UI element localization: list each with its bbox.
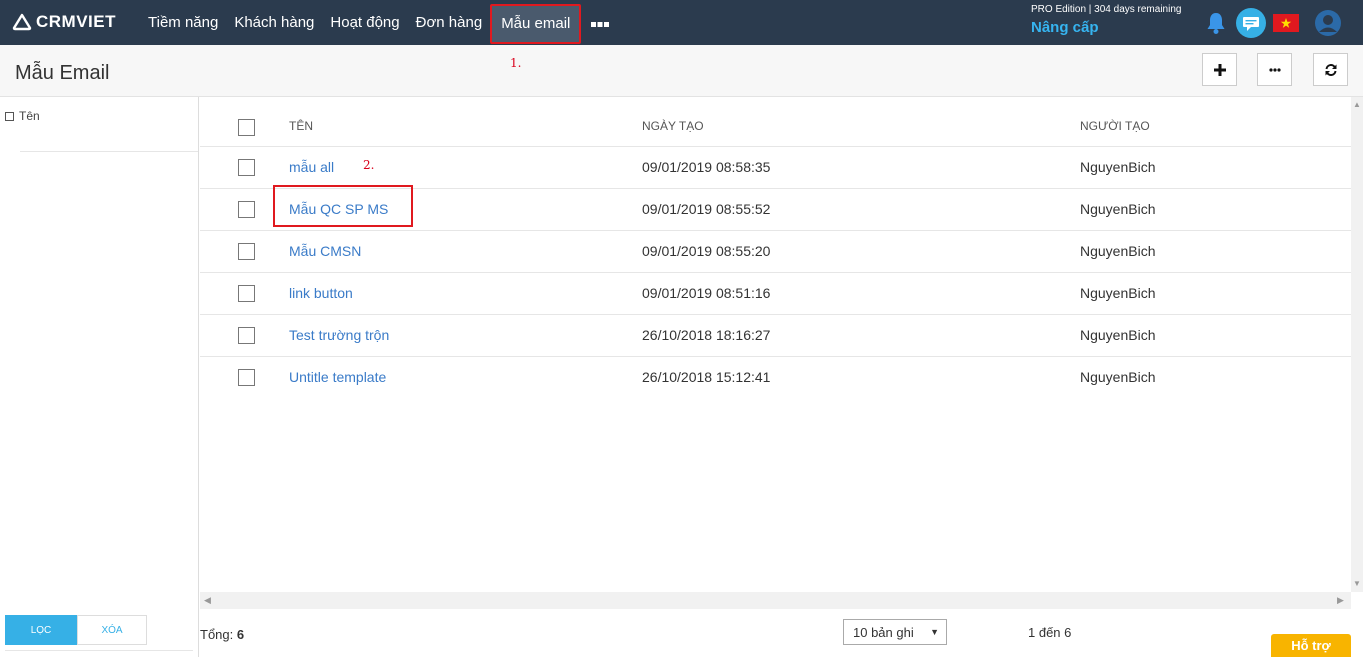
table-footer: Tổng: 6 10 bản ghi ▼ 1 đến 6 (200, 609, 1363, 657)
page-header: Mẫu Email (0, 45, 1363, 97)
template-name-link[interactable]: Test trường trộn (289, 327, 389, 343)
template-name-link[interactable]: link button (289, 285, 353, 301)
created-date: 09/01/2019 08:51:16 (642, 285, 771, 301)
scroll-right-icon[interactable]: ▶ (1337, 595, 1344, 606)
refresh-button[interactable] (1313, 53, 1348, 86)
row-checkbox[interactable] (238, 201, 255, 218)
row-checkbox[interactable] (238, 369, 255, 386)
column-header-created-date[interactable]: NGÀY TẠO (642, 119, 704, 133)
clear-button[interactable]: XÓA (77, 615, 147, 645)
annotation-step-2: 2. (363, 158, 375, 172)
notification-button[interactable] (1201, 8, 1231, 38)
template-name-link[interactable]: Untitle template (289, 369, 386, 385)
upgrade-link[interactable]: Nâng cấp (1031, 19, 1099, 36)
total-count: Tổng: 6 (200, 627, 244, 642)
created-by: NguyenBich (1080, 243, 1156, 259)
total-label: Tổng: (200, 627, 237, 642)
created-date: 26/10/2018 15:12:41 (642, 369, 771, 385)
logo[interactable]: CRMVIET (12, 11, 116, 33)
column-header-name[interactable]: TÊN (289, 119, 313, 133)
nav-item-email-templates[interactable]: Mẫu email (490, 3, 582, 44)
top-navbar: CRMVIET Tiềm năng Khách hàng Hoạt động Đ… (0, 0, 1363, 45)
filter-name-checkbox[interactable]: Tên (5, 109, 40, 123)
edition-info: PRO Edition | 304 days remaining (1031, 4, 1182, 15)
more-actions-button[interactable] (1257, 53, 1292, 86)
template-name-link[interactable]: Mẫu CMSN (289, 243, 361, 259)
chat-icon (1236, 8, 1266, 38)
more-dots-icon (591, 22, 610, 27)
checkbox-icon (5, 111, 14, 121)
nav-item-activities[interactable]: Hoạt động (322, 0, 407, 45)
highlight-box (273, 185, 413, 227)
pagination-range: 1 đến 6 (1028, 625, 1072, 640)
total-value: 6 (236, 627, 245, 642)
created-date: 09/01/2019 08:55:20 (642, 243, 771, 259)
table-header: TÊN NGÀY TẠO NGƯỜI TẠO (200, 97, 1351, 147)
page-size-value: 10 bản ghi (853, 624, 914, 640)
scroll-up-icon[interactable]: ▲ (1353, 100, 1361, 109)
table-row[interactable]: Untitle template 26/10/2018 15:12:41 Ngu… (200, 357, 1351, 399)
template-name-link[interactable]: mẫu all (289, 159, 334, 175)
row-checkbox[interactable] (238, 243, 255, 260)
sidebar-divider (20, 151, 198, 152)
chat-button[interactable] (1236, 8, 1266, 38)
created-by: NguyenBich (1080, 159, 1156, 175)
nav-item-customers[interactable]: Khách hàng (226, 0, 322, 45)
column-header-created-by[interactable]: NGƯỜI TẠO (1080, 119, 1150, 133)
filter-name-label: Tên (19, 109, 40, 123)
created-by: NguyenBich (1080, 201, 1156, 217)
created-date: 09/01/2019 08:58:35 (642, 159, 771, 175)
sidebar-bottom-divider (5, 650, 193, 651)
table-row[interactable]: Test trường trộn 26/10/2018 18:16:27 Ngu… (200, 315, 1351, 357)
scroll-down-icon[interactable]: ▼ (1353, 579, 1361, 588)
user-avatar-icon (1315, 10, 1341, 36)
nav-item-leads[interactable]: Tiềm năng (140, 0, 226, 45)
nav-item-orders[interactable]: Đơn hàng (408, 0, 491, 45)
plus-icon (1213, 63, 1226, 76)
logo-text: CRMVIET (36, 12, 116, 31)
add-button[interactable] (1202, 53, 1237, 86)
vietnam-flag-icon (1273, 14, 1299, 32)
page-size-select[interactable]: 10 bản ghi ▼ (843, 619, 947, 645)
nav-more-button[interactable] (581, 12, 619, 33)
created-by: NguyenBich (1080, 369, 1156, 385)
vertical-scrollbar[interactable]: ▲ ▼ (1351, 97, 1363, 592)
row-checkbox[interactable] (238, 285, 255, 302)
row-checkbox[interactable] (238, 159, 255, 176)
created-date: 09/01/2019 08:55:52 (642, 201, 771, 217)
chevron-down-icon: ▼ (930, 627, 939, 637)
table-row[interactable]: mẫu all 2. 09/01/2019 08:58:35 NguyenBic… (200, 147, 1351, 189)
select-all-checkbox[interactable] (238, 119, 255, 136)
annotation-step-1: 1. (510, 56, 522, 70)
page-title: Mẫu Email (15, 62, 110, 84)
created-date: 26/10/2018 18:16:27 (642, 327, 771, 343)
created-by: NguyenBich (1080, 285, 1156, 301)
horizontal-scrollbar[interactable]: ◀ ▶ (200, 592, 1351, 609)
created-by: NguyenBich (1080, 327, 1156, 343)
scroll-left-icon[interactable]: ◀ (204, 595, 211, 606)
row-checkbox[interactable] (238, 327, 255, 344)
support-button[interactable]: Hỗ trợ (1271, 634, 1351, 657)
user-menu-button[interactable] (1313, 8, 1343, 38)
logo-icon (12, 13, 32, 31)
table-row[interactable]: link button 09/01/2019 08:51:16 NguyenBi… (200, 273, 1351, 315)
language-button[interactable] (1271, 8, 1301, 38)
table-row[interactable]: Mẫu CMSN 09/01/2019 08:55:20 NguyenBich (200, 231, 1351, 273)
main-nav: Tiềm năng Khách hàng Hoạt động Đơn hàng … (140, 0, 619, 45)
email-template-table: TÊN NGÀY TẠO NGƯỜI TẠO mẫu all 2. 09/01/… (200, 97, 1351, 592)
refresh-icon (1325, 63, 1336, 76)
filter-button[interactable]: LỌC (5, 615, 77, 645)
bell-icon (1207, 13, 1225, 34)
more-icon (1268, 67, 1281, 72)
filter-sidebar: Tên LỌC XÓA (0, 97, 199, 657)
